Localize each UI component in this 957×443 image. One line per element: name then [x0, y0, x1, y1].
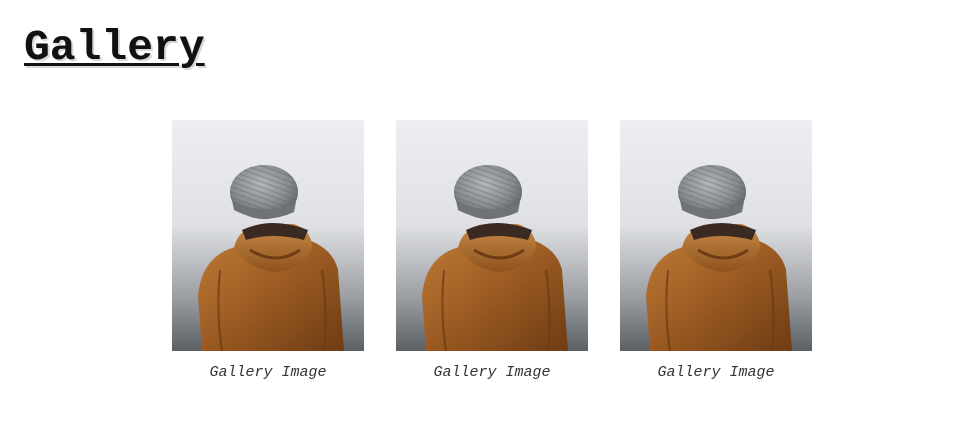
gallery-image[interactable] — [620, 120, 812, 351]
gallery-item[interactable]: Gallery Image — [172, 120, 364, 380]
gallery-caption: Gallery Image — [433, 364, 551, 381]
gallery-image[interactable] — [396, 120, 588, 351]
gallery-page: Gallery Gallery Image Gallery Image Gall… — [0, 0, 957, 443]
gallery-caption: Gallery Image — [209, 364, 327, 381]
gallery-image[interactable] — [172, 120, 364, 351]
gallery-grid: Gallery Image Gallery Image Gallery Imag… — [172, 120, 812, 380]
gallery-item[interactable]: Gallery Image — [620, 120, 812, 380]
page-title: Gallery — [24, 23, 205, 72]
gallery-item[interactable]: Gallery Image — [396, 120, 588, 380]
gallery-caption: Gallery Image — [657, 364, 775, 381]
